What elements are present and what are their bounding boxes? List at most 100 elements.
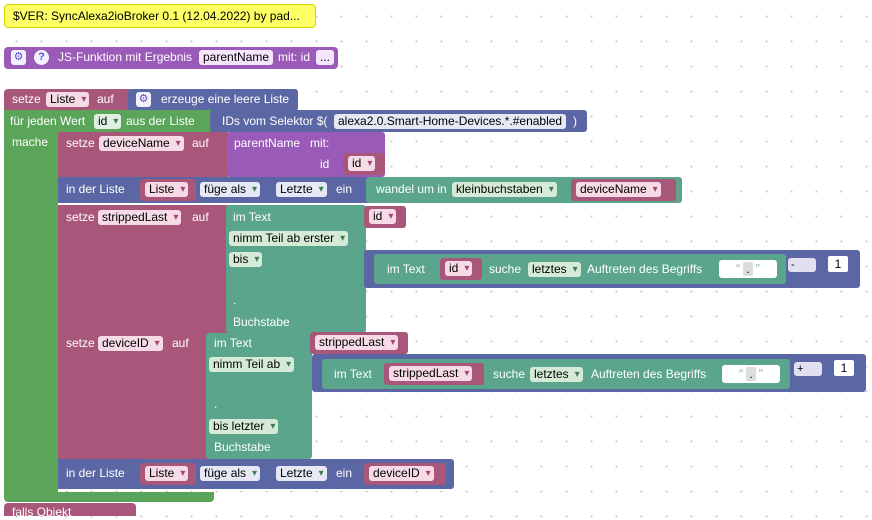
set-device-name-block[interactable]: setze deviceName auf: [58, 132, 228, 177]
number-one-field[interactable]: 1: [828, 256, 848, 272]
device-name-var-block[interactable]: deviceName: [571, 179, 676, 201]
set-label: setze: [66, 136, 95, 150]
list-var-dropdown[interactable]: Liste: [145, 466, 189, 481]
if-object-label: falls Objekt: [12, 505, 72, 519]
text-literal-2[interactable]: “.”: [722, 365, 780, 383]
text-literal-1[interactable]: “.”: [719, 260, 777, 278]
help-icon[interactable]: ?: [34, 50, 49, 65]
occurrence-dropdown[interactable]: letztes: [528, 262, 581, 277]
device-id-dropdown[interactable]: deviceID: [369, 466, 434, 481]
letter-label: Buchstabe: [233, 315, 290, 329]
for-each-left-rail: mache: [4, 130, 58, 494]
occurrence-label: Auftreten des Begriffs: [591, 367, 707, 381]
selector-label: IDs vom Selektor $(: [222, 114, 328, 128]
set-list-block[interactable]: setze Liste auf: [4, 89, 132, 111]
selector-close: ): [573, 114, 577, 128]
to-label: auf: [97, 92, 114, 106]
to-label: auf: [172, 336, 189, 350]
for-each-label: für jeden Wert: [10, 114, 86, 128]
inner-id-dropdown[interactable]: id: [445, 261, 473, 276]
quote-open: “: [735, 261, 741, 276]
substring-block-1[interactable]: im Text nimm Teil ab erster bis . Buchst…: [226, 205, 366, 333]
inner-id-var-block[interactable]: id: [440, 258, 482, 280]
stripped-last-var-dropdown[interactable]: strippedLast: [98, 210, 182, 225]
to-label: auf: [192, 210, 209, 224]
convert-label: wandel um in: [376, 182, 447, 196]
quote-char[interactable]: .: [743, 262, 753, 276]
until-dropdown[interactable]: bis: [229, 252, 263, 267]
dot-label: .: [233, 293, 237, 307]
letter-label: Buchstabe: [214, 440, 271, 454]
insert-position-dropdown[interactable]: Letzte: [276, 182, 327, 197]
occurrence-dropdown[interactable]: letztes: [530, 367, 583, 382]
comment-block[interactable]: $VER: SyncAlexa2ioBroker 0.1 (12.04.2022…: [4, 4, 316, 28]
quote-close: ”: [758, 366, 764, 381]
set-label: setze: [66, 210, 95, 224]
list-var-dropdown[interactable]: Liste: [46, 92, 90, 107]
function-definition-block[interactable]: ⚙ ? JS-Funktion mit Ergebnis parentName …: [4, 47, 338, 69]
index-of-block-1[interactable]: im Text suche letztes Auftreten des Begr…: [374, 254, 786, 284]
device-name-dropdown[interactable]: deviceName: [576, 182, 661, 197]
number-one-field[interactable]: 1: [834, 360, 854, 376]
stripped-last-var-block[interactable]: strippedLast: [310, 332, 408, 354]
insert-one-label: ein: [336, 466, 353, 480]
gear-icon[interactable]: ⚙: [136, 92, 151, 107]
loop-var-dropdown[interactable]: id: [94, 114, 122, 129]
create-list-label: erzeuge eine leere Liste: [161, 92, 290, 106]
param-name-label: id: [320, 157, 330, 171]
id-var-block[interactable]: id: [364, 206, 406, 228]
quote-close: ”: [755, 261, 761, 276]
in-text-label: im Text: [214, 336, 252, 350]
device-name-var-dropdown[interactable]: deviceName: [99, 136, 184, 151]
quote-open: “: [738, 366, 744, 381]
inner-stripped-last-var-block[interactable]: strippedLast: [384, 363, 484, 385]
from-list-label: aus der Liste: [126, 114, 195, 128]
function-name-field[interactable]: parentName: [199, 50, 274, 65]
take-from-dropdown[interactable]: nimm Teil ab: [209, 357, 295, 372]
quote-char[interactable]: .: [746, 367, 756, 381]
take-from-dropdown[interactable]: nimm Teil ab erster: [229, 231, 349, 246]
inner-stripped-last-dropdown[interactable]: strippedLast: [389, 366, 473, 381]
substring-block-2[interactable]: im Text nimm Teil ab . bis letzter Buchs…: [206, 333, 312, 459]
comment-text: $VER: SyncAlexa2ioBroker 0.1 (12.04.2022…: [13, 9, 300, 23]
search-label: suche: [493, 367, 526, 381]
do-label: mache: [12, 135, 49, 149]
call-with-label: mit:: [310, 136, 330, 150]
dot-label: .: [214, 397, 218, 411]
plus-operator-dropdown[interactable]: +: [794, 362, 822, 376]
list-var-dropdown[interactable]: Liste: [145, 182, 189, 197]
param-id-variable-block[interactable]: id: [343, 153, 385, 175]
until-last-dropdown[interactable]: bis letzter: [209, 419, 279, 434]
search-label: suche: [489, 262, 522, 276]
list-var-block-1[interactable]: Liste: [140, 179, 196, 201]
minus-operator-dropdown[interactable]: -: [788, 258, 816, 272]
param-id-dropdown[interactable]: id: [348, 156, 376, 171]
create-empty-list-block[interactable]: ⚙ erzeuge eine leere Liste: [128, 89, 298, 111]
function-with-label: mit: id: [278, 50, 311, 64]
occurrence-label: Auftreten des Begriffs: [587, 262, 703, 276]
insert-mode-dropdown[interactable]: füge als: [200, 466, 261, 481]
insert-one-label: ein: [336, 182, 353, 196]
device-id-var-dropdown[interactable]: deviceID: [98, 336, 163, 351]
device-id-var-block[interactable]: deviceID: [364, 463, 446, 485]
if-object-block[interactable]: falls Objekt: [4, 503, 136, 519]
set-stripped-last-block[interactable]: setze strippedLast auf: [58, 205, 228, 333]
id-dropdown[interactable]: id: [369, 209, 397, 224]
set-device-id-block[interactable]: setze deviceID auf: [58, 333, 208, 459]
function-label: JS-Funktion mit Ergebnis: [58, 50, 193, 64]
inner-in-text-label: im Text: [334, 367, 372, 381]
set-label: setze: [66, 336, 95, 350]
in-list-label: in der Liste: [66, 182, 125, 196]
for-each-block[interactable]: für jeden Wert id aus der Liste: [4, 110, 214, 132]
selector-input[interactable]: alexa2.0.Smart-Home-Devices.*.#enabled: [334, 114, 567, 129]
function-more-button[interactable]: ...: [316, 50, 335, 65]
insert-position-dropdown[interactable]: Letzte: [276, 466, 327, 481]
selector-block[interactable]: IDs vom Selektor $( alexa2.0.Smart-Home-…: [210, 110, 587, 132]
insert-mode-dropdown[interactable]: füge als: [200, 182, 261, 197]
case-dropdown[interactable]: kleinbuchstaben: [452, 182, 557, 197]
stripped-last-dropdown[interactable]: strippedLast: [315, 335, 399, 350]
gear-icon[interactable]: ⚙: [11, 50, 26, 65]
inner-in-text-label: im Text: [387, 262, 425, 276]
list-var-block-2[interactable]: Liste: [140, 463, 196, 485]
in-text-label: im Text: [233, 210, 271, 224]
